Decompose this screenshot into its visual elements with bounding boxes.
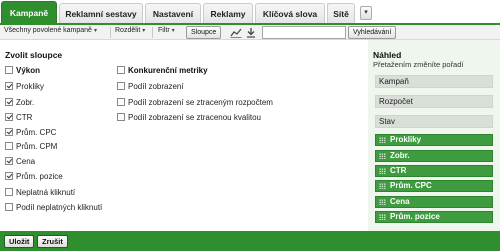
drag-handle-icon[interactable] [379,153,386,159]
tab-settings[interactable]: Nastavení [145,3,201,24]
preview-fixed-item: Kampaň [375,75,493,88]
panel-title: Zvolit sloupce [5,50,63,60]
download-icon[interactable] [246,27,256,38]
filter-dropdown[interactable]: Filtr ▾ [158,27,175,34]
more-tabs-button[interactable]: ▾ [360,6,372,20]
preview-hint: Přetažením změníte pořadí [373,60,464,69]
divider [152,27,153,38]
checkbox[interactable] [117,66,125,74]
chevron-down-icon: ▾ [364,9,368,16]
preview-draggable-item[interactable]: Prům. CPC [375,180,493,192]
preview-fixed-item: Rozpočet [375,95,493,108]
drag-handle-icon[interactable] [379,168,386,174]
checkbox[interactable] [5,172,13,180]
checkbox[interactable] [5,98,13,106]
tab-campaigns[interactable]: Kampaně [1,1,57,24]
tab-ad-groups[interactable]: Reklamní sestavy [59,3,143,24]
checkbox[interactable] [5,113,13,121]
preview-fixed-item: Stav [375,115,493,128]
segment-dropdown[interactable]: Rozdělit ▾ [115,27,145,34]
checkbox[interactable] [5,142,13,150]
checkbox[interactable] [117,98,125,106]
preview-draggable-item[interactable]: Prokliky [375,134,493,146]
preview-panel: Náhled Přetažením změníte pořadí Kampaň … [368,40,500,231]
search-input[interactable] [262,26,346,39]
drag-handle-icon[interactable] [379,183,386,189]
divider [110,27,111,38]
checkbox[interactable] [117,113,125,121]
drag-handle-icon[interactable] [379,199,386,205]
checkbox[interactable] [5,66,13,74]
preview-draggable-item[interactable]: Zobr. [375,150,493,162]
checkbox[interactable] [5,82,13,90]
toolbar: Všechny povolené kampaně ▾ Rozdělit ▾ Filt… [0,25,500,40]
chevron-down-icon: ▾ [171,28,175,34]
status-filter-dropdown[interactable]: Všechny povolené kampaně ▾ [4,27,97,34]
chart-icon[interactable] [230,27,242,38]
preview-draggable-item[interactable]: Prům. pozice [375,211,493,223]
tab-bar: Kampaně Reklamní sestavy Nastavení Rekla… [0,0,500,24]
chevron-down-icon: ▾ [142,28,146,34]
tab-keywords[interactable]: Klíčová slova [255,3,325,24]
save-button[interactable]: Uložit [4,235,35,248]
preview-title: Náhled [373,50,402,60]
cancel-button[interactable]: Zrušit [37,235,68,248]
preview-draggable-item[interactable]: CTR [375,165,493,177]
chevron-down-icon: ▾ [93,28,97,34]
search-button[interactable]: Vyhledávání [348,26,397,39]
preview-draggable-item[interactable]: Cena [375,196,493,208]
checkbox[interactable] [117,82,125,90]
drag-handle-icon[interactable] [379,137,386,143]
tab-networks[interactable]: Sítě [327,3,355,24]
checkbox[interactable] [5,188,13,196]
tab-ads[interactable]: Reklamy [203,3,253,24]
columns-panel: Zvolit sloupce Výkon Prokliky Zobr. CTR … [0,40,500,231]
checkbox[interactable] [5,128,13,136]
checkbox[interactable] [5,157,13,165]
columns-button[interactable]: Sloupce [186,26,222,39]
drag-handle-icon[interactable] [379,214,386,220]
footer-bar: Uložit Zrušit [0,231,500,251]
checkbox[interactable] [5,203,13,211]
